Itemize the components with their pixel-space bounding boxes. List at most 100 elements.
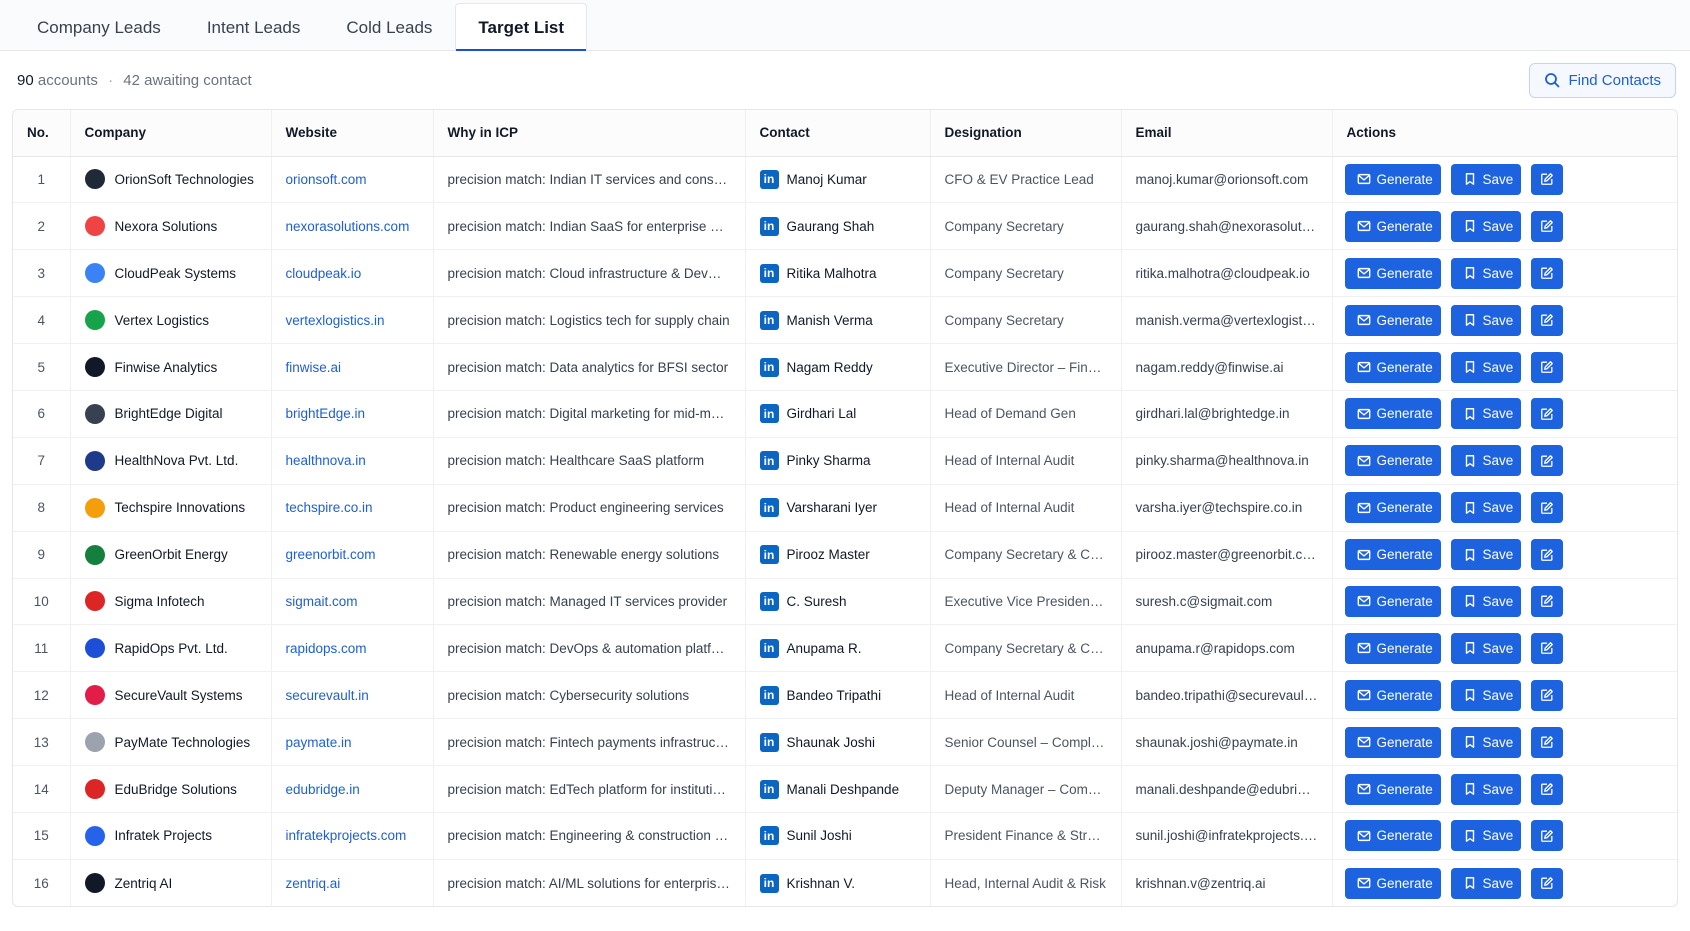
edit-button[interactable] [1530, 445, 1563, 477]
column-header-email[interactable]: Email [1121, 110, 1333, 157]
website-link[interactable]: rapidops.com [271, 624, 434, 673]
generate-button[interactable]: Generate [1344, 585, 1441, 617]
website-link[interactable]: techspire.co.in [271, 484, 434, 532]
linkedin-icon[interactable]: in [759, 638, 779, 658]
linkedin-icon[interactable]: in [759, 263, 779, 283]
tab-cold-leads[interactable]: Cold Leads [323, 3, 455, 51]
column-header-website[interactable]: Website [271, 110, 434, 157]
edit-button[interactable] [1530, 632, 1563, 664]
save-button[interactable]: Save [1450, 304, 1521, 336]
edit-button[interactable] [1530, 726, 1563, 758]
generate-button[interactable]: Generate [1344, 539, 1441, 571]
generate-button[interactable]: Generate [1344, 257, 1441, 289]
column-header-contact[interactable]: Contact [745, 110, 931, 157]
table-row[interactable]: 11 RapidOps Pvt. Ltd. rapidops.com preci… [13, 624, 1677, 673]
generate-button[interactable]: Generate [1344, 398, 1441, 430]
column-header-why-in-icp[interactable]: Why in ICP [433, 110, 746, 157]
save-button[interactable]: Save [1450, 257, 1521, 289]
save-button[interactable]: Save [1450, 773, 1521, 805]
table-row[interactable]: 6 BrightEdge Digital brightEdge.in preci… [13, 390, 1677, 438]
linkedin-icon[interactable]: in [759, 404, 779, 424]
generate-button[interactable]: Generate [1344, 773, 1441, 805]
linkedin-icon[interactable]: in [759, 826, 779, 846]
save-button[interactable]: Save [1450, 585, 1521, 617]
website-link[interactable]: orionsoft.com [271, 156, 434, 204]
table-row[interactable]: 8 Techspire Innovations techspire.co.in … [13, 484, 1677, 532]
linkedin-icon[interactable]: in [759, 545, 779, 565]
save-button[interactable]: Save [1450, 210, 1521, 242]
linkedin-icon[interactable]: in [759, 451, 779, 471]
tab-company-leads[interactable]: Company Leads [14, 3, 184, 51]
edit-button[interactable] [1530, 257, 1563, 289]
save-button[interactable]: Save [1450, 726, 1521, 758]
table-row[interactable]: 9 GreenOrbit Energy greenorbit.com preci… [13, 531, 1677, 579]
edit-button[interactable] [1530, 585, 1563, 617]
save-button[interactable]: Save [1450, 539, 1521, 571]
edit-button[interactable] [1530, 773, 1563, 805]
website-link[interactable]: vertexlogistics.in [271, 296, 434, 345]
table-row[interactable]: 1 OrionSoft Technologies orionsoft.com p… [13, 156, 1677, 204]
save-button[interactable]: Save [1450, 492, 1521, 524]
linkedin-icon[interactable]: in [759, 685, 779, 705]
website-link[interactable]: zentriq.ai [271, 859, 434, 907]
table-row[interactable]: 7 HealthNova Pvt. Ltd. healthnova.in pre… [13, 437, 1677, 485]
table-row[interactable]: 14 EduBridge Solutions edubridge.in prec… [13, 765, 1677, 813]
edit-button[interactable] [1530, 210, 1563, 242]
column-header-no[interactable]: No. [13, 110, 71, 157]
generate-button[interactable]: Generate [1344, 351, 1441, 383]
generate-button[interactable]: Generate [1344, 820, 1441, 852]
save-button[interactable]: Save [1450, 820, 1521, 852]
edit-button[interactable] [1530, 679, 1563, 711]
edit-button[interactable] [1530, 492, 1563, 524]
website-link[interactable]: sigmait.com [271, 578, 434, 626]
linkedin-icon[interactable]: in [759, 779, 779, 799]
generate-button[interactable]: Generate [1344, 163, 1441, 195]
save-button[interactable]: Save [1450, 351, 1521, 383]
save-button[interactable]: Save [1450, 445, 1521, 477]
find-contacts-button[interactable]: Find Contacts [1529, 62, 1676, 98]
website-link[interactable]: cloudpeak.io [271, 249, 434, 298]
website-link[interactable]: nexorasolutions.com [271, 202, 434, 251]
linkedin-icon[interactable]: in [759, 216, 779, 236]
table-row[interactable]: 13 PayMate Technologies paymate.in preci… [13, 718, 1677, 767]
linkedin-icon[interactable]: in [759, 732, 779, 752]
edit-button[interactable] [1530, 398, 1563, 430]
generate-button[interactable]: Generate [1344, 492, 1441, 524]
edit-button[interactable] [1530, 351, 1563, 383]
column-header-designation[interactable]: Designation [930, 110, 1122, 157]
edit-button[interactable] [1530, 304, 1563, 336]
save-button[interactable]: Save [1450, 632, 1521, 664]
linkedin-icon[interactable]: in [759, 169, 779, 189]
edit-button[interactable] [1530, 820, 1563, 852]
website-link[interactable]: finwise.ai [271, 343, 434, 391]
linkedin-icon[interactable]: in [759, 498, 779, 518]
tab-target-list[interactable]: Target List [455, 3, 588, 51]
generate-button[interactable]: Generate [1344, 726, 1441, 758]
website-link[interactable]: edubridge.in [271, 765, 434, 813]
table-row[interactable]: 5 Finwise Analytics finwise.ai precision… [13, 343, 1677, 391]
save-button[interactable]: Save [1450, 163, 1521, 195]
linkedin-icon[interactable]: in [759, 357, 779, 377]
generate-button[interactable]: Generate [1344, 445, 1441, 477]
save-button[interactable]: Save [1450, 679, 1521, 711]
website-link[interactable]: paymate.in [271, 718, 434, 767]
generate-button[interactable]: Generate [1344, 210, 1441, 242]
generate-button[interactable]: Generate [1344, 867, 1441, 899]
linkedin-icon[interactable]: in [759, 873, 779, 893]
linkedin-icon[interactable]: in [759, 591, 779, 611]
save-button[interactable]: Save [1450, 398, 1521, 430]
edit-button[interactable] [1530, 867, 1563, 899]
tab-intent-leads[interactable]: Intent Leads [184, 3, 324, 51]
table-row[interactable]: 4 Vertex Logistics vertexlogistics.in pr… [13, 296, 1677, 345]
table-row[interactable]: 16 Zentriq AI zentriq.ai precision match… [13, 859, 1677, 907]
website-link[interactable]: infratekprojects.com [271, 812, 434, 860]
linkedin-icon[interactable]: in [759, 310, 779, 330]
website-link[interactable]: healthnova.in [271, 437, 434, 485]
table-row[interactable]: 12 SecureVault Systems securevault.in pr… [13, 671, 1677, 720]
table-row[interactable]: 10 Sigma Infotech sigmait.com precision … [13, 578, 1677, 626]
generate-button[interactable]: Generate [1344, 632, 1441, 664]
table-row[interactable]: 15 Infratek Projects infratekprojects.co… [13, 812, 1677, 860]
table-row[interactable]: 2 Nexora Solutions nexorasolutions.com p… [13, 202, 1677, 251]
edit-button[interactable] [1530, 539, 1563, 571]
edit-button[interactable] [1530, 163, 1563, 195]
